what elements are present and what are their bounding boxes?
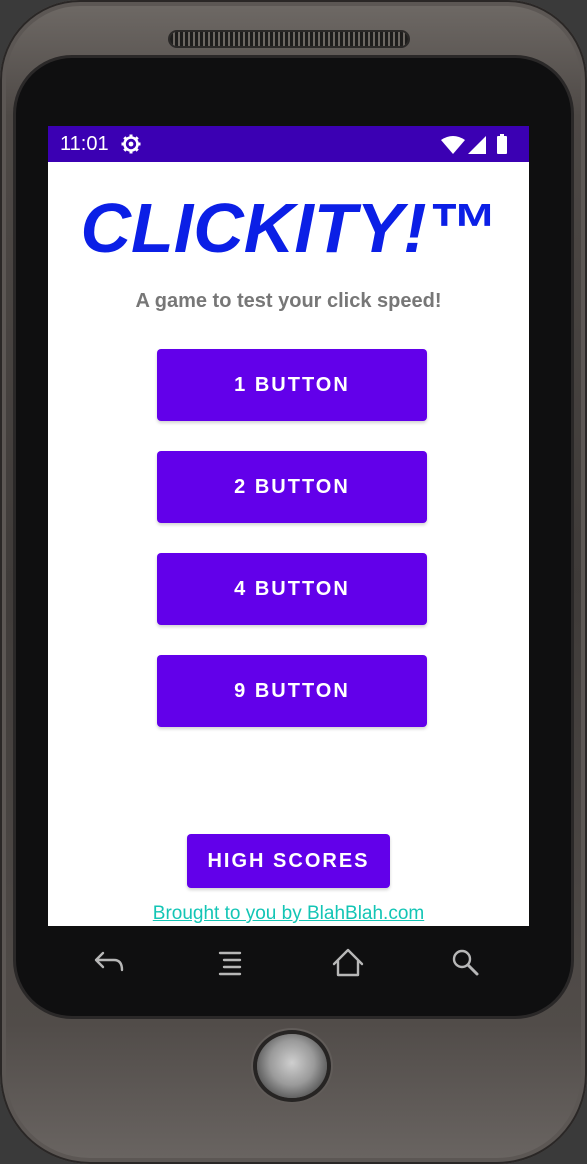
menu-icon[interactable] [210,944,250,984]
phone-body: 11:01 CLICKITY!™ A game to test your cli… [0,0,587,1164]
hardware-home-button[interactable] [257,1034,327,1098]
status-bar: 11:01 [48,126,529,162]
status-time: 11:01 [60,133,109,155]
app-subtitle: A game to test your click speed! [135,290,442,312]
speaker-grill [170,32,408,46]
credit-link[interactable]: Brought to you by BlahBlah.com [48,903,529,925]
four-button-mode[interactable]: 4 BUTTON [157,553,427,625]
two-button-mode[interactable]: 2 BUTTON [157,451,427,523]
navigation-bar [48,926,529,1000]
back-icon[interactable] [88,944,128,984]
high-scores-button[interactable]: HIGH SCORES [187,834,390,888]
app-screen: 11:01 CLICKITY!™ A game to test your cli… [48,126,529,926]
wifi-icon [441,136,465,154]
signal-icon [468,136,486,154]
one-button-mode[interactable]: 1 BUTTON [157,349,427,421]
status-icons [441,134,519,154]
device-frame: 11:01 CLICKITY!™ A game to test your cli… [0,0,587,1164]
home-icon[interactable] [328,944,368,984]
gear-icon [121,134,141,154]
app-title: CLICKITY!™ [80,189,497,267]
nine-button-mode[interactable]: 9 BUTTON [157,655,427,727]
battery-icon [497,134,507,154]
search-icon[interactable] [446,944,486,984]
